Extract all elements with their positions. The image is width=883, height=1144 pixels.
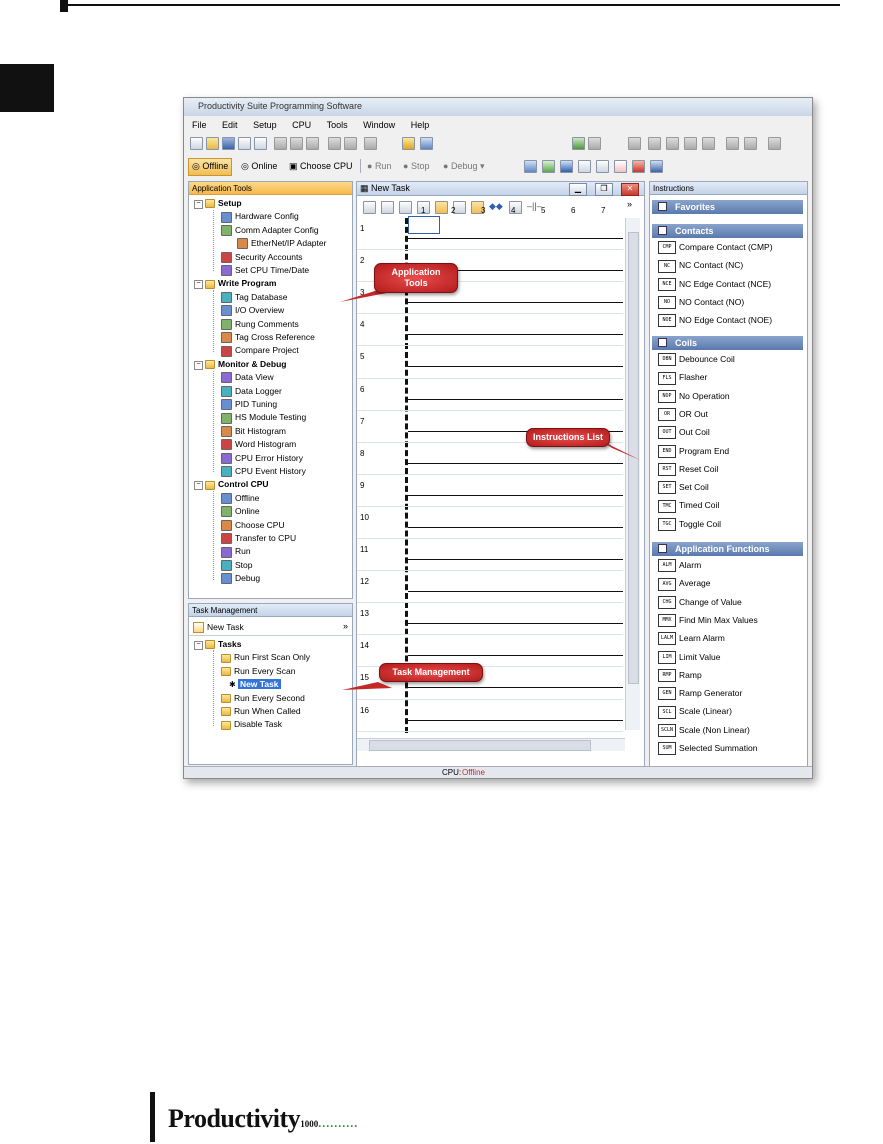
callout-application-tools: Application Tools: [374, 263, 458, 293]
logo-series: 1000: [300, 1119, 319, 1129]
callout-pointers: [340, 290, 640, 690]
callout-instructions-list: Instructions List: [526, 428, 610, 447]
logo-brand: Productivity: [168, 1104, 301, 1133]
callout-task-management: Task Management: [379, 663, 483, 682]
